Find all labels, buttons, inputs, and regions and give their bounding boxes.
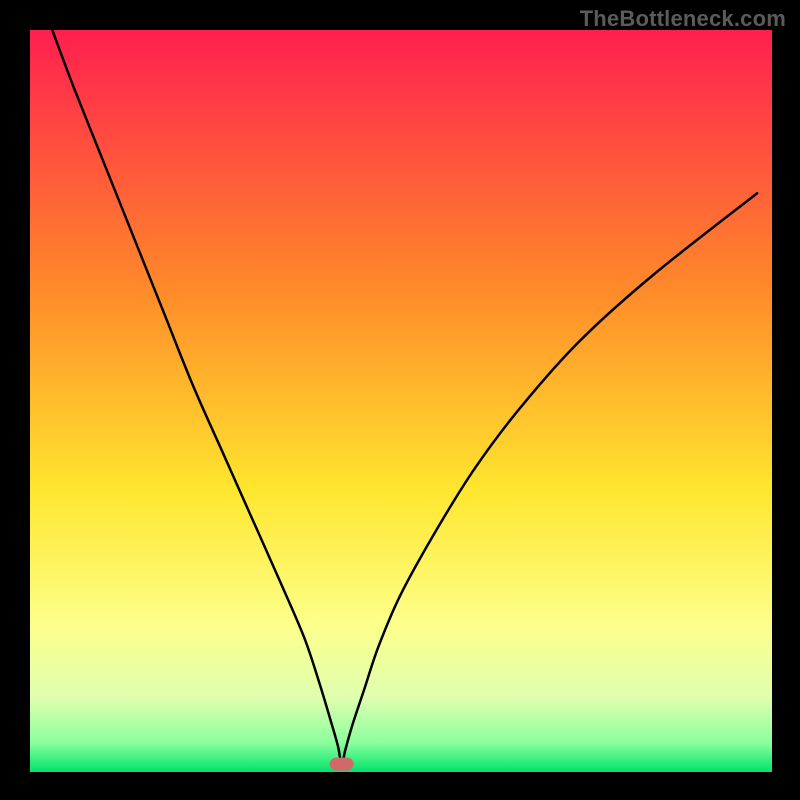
chart-container: TheBottleneck.com: [0, 0, 800, 800]
min-marker: [330, 758, 354, 771]
frame-left: [0, 0, 30, 800]
frame-bottom: [0, 772, 800, 800]
bottleneck-chart: [0, 0, 800, 800]
plot-background: [30, 30, 772, 772]
watermark-text: TheBottleneck.com: [580, 6, 786, 32]
frame-right: [772, 0, 800, 800]
